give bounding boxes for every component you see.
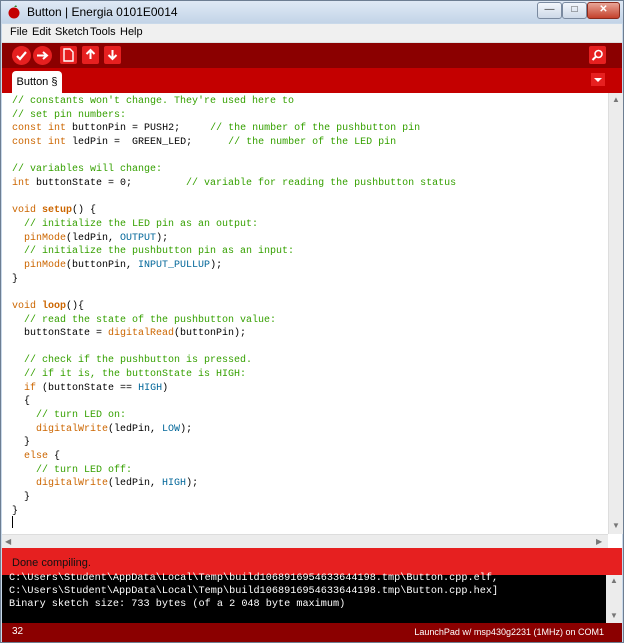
minimize-button[interactable]: —: [537, 2, 562, 19]
editor-horizontal-scrollbar[interactable]: ◀ ▶: [2, 534, 608, 549]
console-text: C:\Users\Student\AppData\Local\Temp\buil…: [9, 573, 498, 611]
tab-menu-button[interactable]: [591, 73, 605, 86]
menu-tools[interactable]: Tools: [90, 26, 116, 38]
energia-window: Button | Energia 0101E0014 — □ ✕ File Ed…: [0, 0, 624, 643]
scroll-down-icon[interactable]: ▼: [610, 611, 618, 620]
open-icon: [85, 48, 96, 59]
footer-bar: 32 LaunchPad w/ msp430g2231 (1MHz) on CO…: [2, 623, 622, 642]
console-line: C:\Users\Student\AppData\Local\Temp\buil…: [9, 573, 499, 584]
console-line: C:\Users\Student\AppData\Local\Temp\buil…: [9, 585, 499, 597]
maximize-button[interactable]: □: [562, 2, 587, 19]
board-info: LaunchPad w/ msp430g2231 (1MHz) on COM1: [414, 627, 604, 637]
serial-monitor-button[interactable]: [589, 46, 606, 64]
close-icon: ✕: [599, 4, 608, 15]
toolbar: [2, 43, 622, 68]
code-editor[interactable]: // constants won't change. They're used …: [2, 93, 623, 549]
new-button[interactable]: [60, 46, 77, 64]
title-bar: Button | Energia 0101E0014 — □ ✕: [1, 1, 623, 23]
line-number: 32: [12, 626, 24, 637]
status-bar: Done compiling.: [2, 548, 622, 575]
scroll-down-icon[interactable]: ▼: [612, 521, 620, 530]
tab-strip: Button §: [2, 68, 622, 93]
verify-icon: [16, 51, 27, 61]
menu-bar: File Edit Sketch Tools Help: [2, 24, 622, 43]
save-button[interactable]: [104, 46, 121, 64]
scroll-up-icon[interactable]: ▲: [610, 576, 618, 585]
menu-sketch[interactable]: Sketch: [55, 26, 89, 38]
maximize-icon: □: [571, 4, 578, 15]
chevron-down-icon: [594, 78, 602, 82]
console-output[interactable]: C:\Users\Student\AppData\Local\Temp\buil…: [2, 573, 622, 623]
energia-app-icon: [8, 5, 20, 19]
scroll-up-icon[interactable]: ▲: [612, 95, 620, 104]
console-line: Binary sketch size: 733 bytes (of a 2 04…: [9, 598, 346, 610]
serial-monitor-icon: [591, 49, 603, 61]
upload-icon: [37, 51, 49, 60]
text-cursor: [12, 516, 13, 528]
editor-vertical-scrollbar[interactable]: ▲ ▼: [608, 93, 623, 534]
menu-help[interactable]: Help: [120, 26, 143, 38]
menu-edit[interactable]: Edit: [32, 26, 51, 38]
scroll-left-icon[interactable]: ◀: [5, 537, 11, 546]
upload-button[interactable]: [33, 46, 52, 65]
scroll-right-icon[interactable]: ▶: [596, 537, 602, 546]
window-title: Button | Energia 0101E0014: [27, 5, 178, 19]
console-scrollbar[interactable]: ▲ ▼: [606, 575, 622, 623]
menu-file[interactable]: File: [10, 26, 28, 38]
new-icon: [63, 48, 74, 62]
open-button[interactable]: [82, 46, 99, 64]
close-button[interactable]: ✕: [587, 2, 620, 19]
verify-button[interactable]: [12, 46, 31, 65]
status-message: Done compiling.: [12, 557, 91, 569]
sketch-code: // constants won't change. They're used …: [12, 96, 457, 517]
save-icon: [107, 50, 118, 61]
minimize-icon: —: [544, 4, 555, 15]
tab-button-sketch[interactable]: Button §: [12, 71, 62, 93]
